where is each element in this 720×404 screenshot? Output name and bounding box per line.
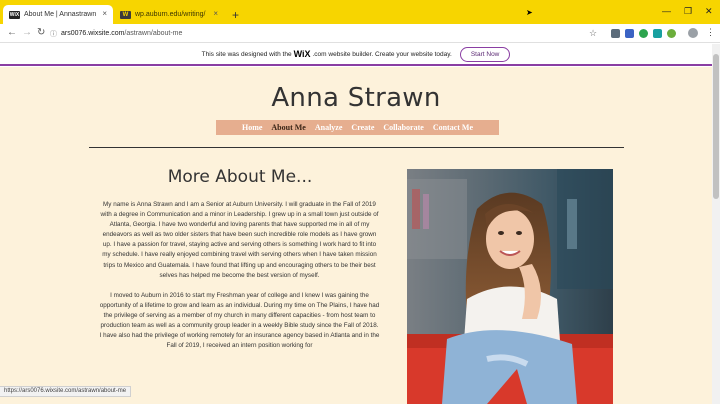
mouse-cursor-icon: ➤ bbox=[526, 8, 533, 17]
extension-icon[interactable] bbox=[653, 29, 662, 38]
wix-banner-text-end: .com website builder. Create your websit… bbox=[312, 50, 452, 58]
back-button[interactable]: ← bbox=[7, 27, 17, 39]
section-title: More About Me... bbox=[167, 167, 313, 187]
bookmark-star-icon[interactable]: ☆ bbox=[589, 28, 597, 38]
browser-menu-icon[interactable]: ⋮ bbox=[706, 27, 715, 38]
tab-about-me[interactable]: WiX About Me | Annastrawn × bbox=[3, 5, 113, 24]
tab-auburn-writing[interactable]: W wp.auburn.edu/writing/ × bbox=[114, 5, 224, 24]
address-bar[interactable]: ⓘ ars0076.wixsite.com /astrawn/about-me bbox=[50, 26, 610, 41]
restore-button[interactable]: ❐ bbox=[684, 7, 692, 16]
nav-collaborate[interactable]: Collaborate bbox=[383, 123, 423, 132]
wix-favicon-icon: WiX bbox=[9, 10, 20, 19]
wix-logo[interactable]: WiX bbox=[294, 49, 311, 59]
scrollbar-thumb[interactable] bbox=[713, 54, 719, 199]
url-path: /astrawn/about-me bbox=[124, 30, 183, 37]
site-title[interactable]: Anna Strawn bbox=[0, 83, 712, 113]
wordpress-favicon-icon: W bbox=[120, 10, 131, 19]
nav-create[interactable]: Create bbox=[351, 123, 374, 132]
about-text: My name is Anna Strawn and I am a Senior… bbox=[99, 200, 380, 361]
wix-banner: This site was designed with the WiX .com… bbox=[0, 44, 712, 66]
reload-button[interactable]: ↻ bbox=[37, 27, 45, 39]
status-url-bubble: https://ars0076.wixsite.com/astrawn/abou… bbox=[0, 386, 132, 397]
profile-photo bbox=[407, 169, 613, 404]
extension-icon[interactable] bbox=[639, 29, 648, 38]
profile-avatar[interactable] bbox=[688, 28, 698, 38]
page-content: Anna Strawn Home About Me Analyze Create… bbox=[0, 67, 712, 404]
site-info-icon[interactable]: ⓘ bbox=[50, 29, 57, 39]
extension-icon[interactable] bbox=[625, 29, 634, 38]
tab-strip: WiX About Me | Annastrawn × W wp.auburn.… bbox=[0, 0, 720, 24]
tab-title: About Me | Annastrawn bbox=[24, 11, 97, 18]
nav-about-me[interactable]: About Me bbox=[271, 123, 305, 132]
tab-title: wp.auburn.edu/writing/ bbox=[135, 11, 206, 18]
site-nav-menu: Home About Me Analyze Create Collaborate… bbox=[216, 120, 499, 135]
about-paragraph: I moved to Auburn in 2016 to start my Fr… bbox=[99, 291, 380, 350]
extension-icon[interactable] bbox=[667, 29, 676, 38]
close-window-button[interactable]: ✕ bbox=[705, 7, 713, 16]
extension-icon[interactable] bbox=[611, 29, 620, 38]
browser-toolbar: ← → ↻ ⓘ ars0076.wixsite.com /astrawn/abo… bbox=[0, 24, 720, 43]
about-paragraph: My name is Anna Strawn and I am a Senior… bbox=[100, 201, 379, 279]
minimize-button[interactable]: — bbox=[662, 7, 671, 16]
nav-analyze[interactable]: Analyze bbox=[315, 123, 343, 132]
nav-contact-me[interactable]: Contact Me bbox=[433, 123, 473, 132]
url-host: ars0076.wixsite.com bbox=[61, 30, 125, 37]
start-now-button[interactable]: Start Now bbox=[459, 46, 511, 62]
page-scrollbar[interactable] bbox=[712, 44, 720, 404]
tab-close-icon[interactable]: × bbox=[213, 10, 218, 18]
nav-home[interactable]: Home bbox=[242, 123, 262, 132]
forward-button[interactable]: → bbox=[22, 27, 32, 39]
wix-banner-text: This site was designed with the bbox=[201, 50, 292, 58]
tab-close-icon[interactable]: × bbox=[102, 10, 107, 18]
new-tab-button[interactable]: + bbox=[232, 9, 239, 21]
divider-line bbox=[89, 147, 624, 148]
